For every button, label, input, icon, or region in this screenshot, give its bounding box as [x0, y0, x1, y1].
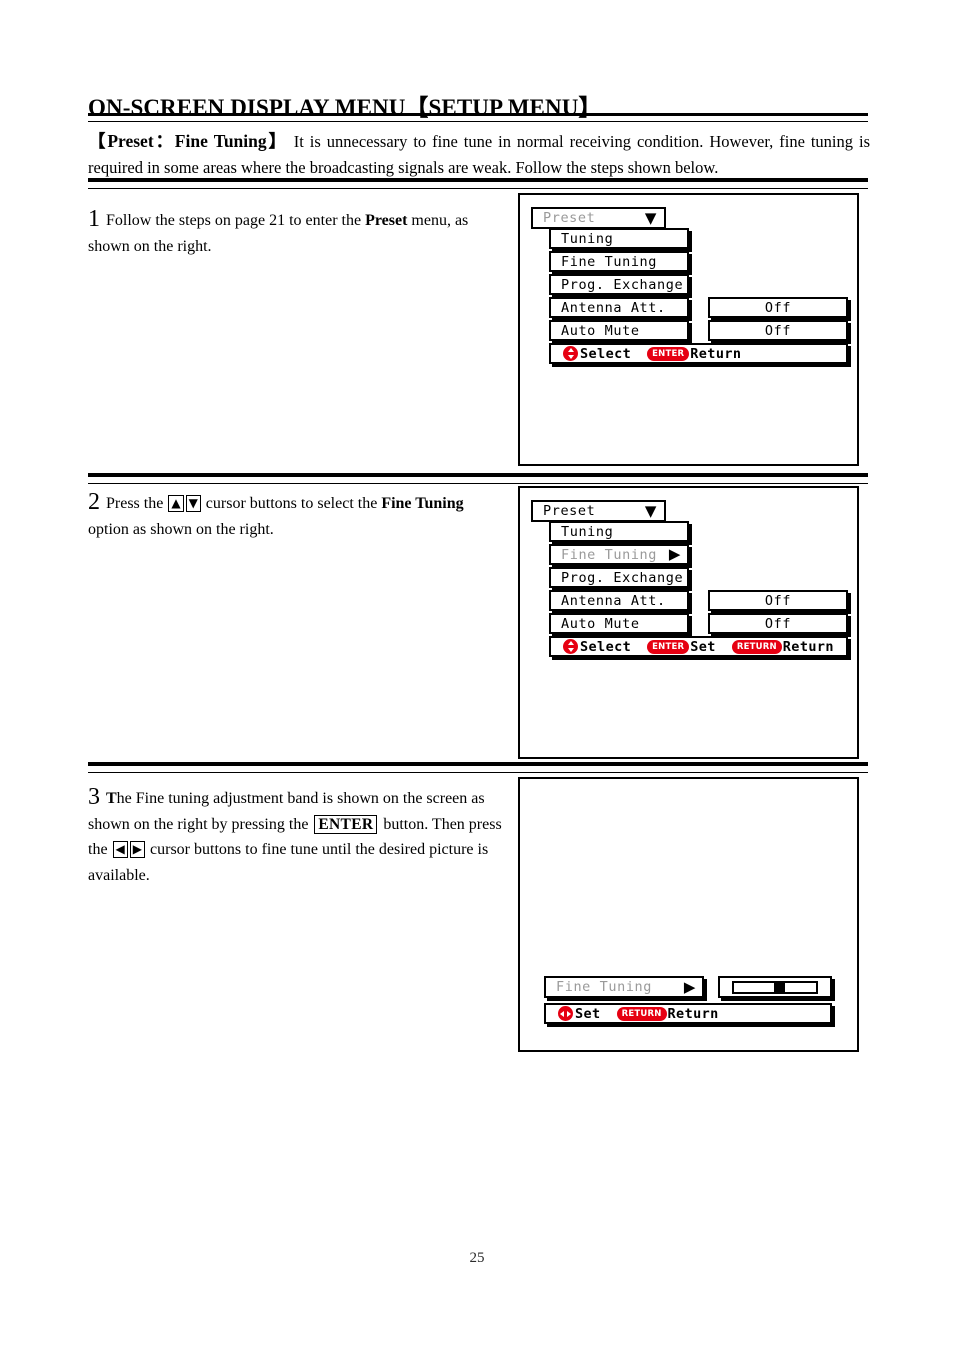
osd3-band-knob[interactable] — [774, 982, 785, 992]
osd3-footer-return[interactable]: RETURN Return — [616, 1005, 719, 1022]
step-2-bold-word: Fine Tuning — [381, 495, 464, 512]
osd3-footer-bar: Set RETURN Return — [544, 1003, 832, 1024]
osd3-band-track[interactable] — [732, 980, 818, 994]
divider-step2-step3 — [88, 762, 868, 773]
osd2-footer-return-label: Return — [782, 638, 834, 655]
osd1-row-tuning[interactable]: Tuning — [549, 228, 689, 249]
osd2-row-auto-mute[interactable]: Auto Mute — [549, 613, 689, 634]
osd1-value-auto-mute-label: Off — [764, 322, 792, 339]
osd2-value-auto-mute[interactable]: Off — [708, 613, 848, 634]
osd1-row-prog-exchange[interactable]: Prog. Exchange — [549, 274, 689, 295]
osd-screen-panel-1: Preset ▼ Tuning Fine Tuning Prog. Exchan… — [518, 193, 859, 466]
osd2-row-antenna-att[interactable]: Antenna Att. — [549, 590, 689, 611]
manual-page: ON-SCREEN DISPLAY MENU【SETUP MENU】 【Pres… — [0, 0, 954, 1351]
osd1-footer-bar: Select ENTER Return — [549, 343, 848, 364]
key-enter-icon[interactable]: ENTER — [314, 814, 378, 834]
osd-panel-3-content: Fine Tuning ▶ Set RETURN Return — [520, 779, 857, 1050]
divider-under-intro — [88, 178, 868, 189]
return-badge-icon: RETURN — [731, 639, 782, 654]
osd1-header-preset[interactable]: Preset ▼ — [531, 207, 666, 229]
osd2-row-tuning[interactable]: Tuning — [549, 521, 689, 542]
osd1-row-fine-tuning[interactable]: Fine Tuning — [549, 251, 689, 272]
osd1-row-auto-mute-label: Auto Mute — [561, 322, 640, 339]
osd2-value-antenna-att-label: Off — [764, 592, 792, 609]
step-3-text-c: cursor buttons to fine tune until the de… — [88, 841, 489, 884]
dpad-updown-icon — [563, 639, 578, 654]
step-3-text: 3 The Fine tuning adjustment band is show… — [88, 784, 508, 888]
osd1-value-antenna-att[interactable]: Off — [708, 297, 848, 318]
osd1-row-tuning-label: Tuning — [561, 230, 614, 247]
step-2-text-before: Press the — [106, 495, 168, 512]
osd2-footer-select[interactable]: Select — [563, 639, 631, 655]
osd1-footer-return[interactable]: ENTER Return — [647, 346, 741, 362]
osd1-footer-select-label: Select — [580, 345, 632, 362]
osd2-header-label: Preset — [543, 503, 596, 519]
osd2-row-tuning-label: Tuning — [561, 523, 614, 540]
osd2-header-preset[interactable]: Preset ▼ — [531, 500, 666, 522]
dpad-leftright-icon — [558, 1006, 573, 1021]
osd3-adjustment-band[interactable] — [718, 976, 832, 998]
chevron-right-icon: ▶ — [668, 545, 681, 563]
divider-under-title — [88, 113, 868, 122]
chevron-down-icon: ▼ — [644, 208, 657, 227]
osd2-footer-bar: Select ENTER Set RETURN Return — [549, 636, 848, 657]
enter-badge-icon: ENTER — [647, 639, 690, 654]
osd1-footer-return-label: Return — [690, 345, 742, 362]
key-left-icon[interactable]: ◀ — [112, 841, 128, 858]
step-3-number: 3 — [88, 784, 100, 810]
osd2-footer-select-label: Select — [580, 638, 632, 655]
intro-paragraph: 【Preset：Fine Tuning】 It is unnecessary t… — [88, 128, 870, 181]
osd2-row-antenna-att-label: Antenna Att. — [561, 592, 666, 609]
step-2-text: 2 Press the ▲ ▼ cursor buttons to select t… — [88, 489, 508, 542]
osd-screen-panel-3: Fine Tuning ▶ Set RETURN Return — [518, 777, 859, 1052]
step-1-number: 1 — [88, 206, 100, 232]
chevron-right-icon: ▶ — [683, 977, 696, 996]
chevron-down-icon: ▼ — [644, 501, 657, 520]
key-down-icon[interactable]: ▼ — [185, 495, 201, 512]
key-up-icon[interactable]: ▲ — [168, 495, 184, 512]
osd1-row-antenna-att-label: Antenna Att. — [561, 299, 666, 316]
osd2-footer-return[interactable]: RETURN Return — [731, 638, 834, 655]
osd1-row-prog-exchange-label: Prog. Exchange — [561, 276, 684, 293]
osd3-row-fine-tuning-label: Fine Tuning — [556, 979, 653, 995]
osd1-value-auto-mute[interactable]: Off — [708, 320, 848, 341]
osd2-row-fine-tuning-label: Fine Tuning — [561, 546, 658, 563]
step-1-text-before: Follow the steps on page 21 to enter the — [106, 212, 366, 229]
return-badge-icon: RETURN — [616, 1006, 667, 1021]
osd2-footer-set[interactable]: ENTER Set — [647, 639, 716, 655]
osd2-value-antenna-att[interactable]: Off — [708, 590, 848, 611]
intro-bold-label: 【Preset：Fine Tuning】 — [88, 131, 288, 151]
osd1-value-antenna-att-label: Off — [764, 299, 792, 316]
osd3-footer-return-label: Return — [667, 1005, 719, 1022]
step-2-text-after: option as shown on the right. — [88, 520, 274, 538]
osd1-row-auto-mute[interactable]: Auto Mute — [549, 320, 689, 341]
osd2-row-prog-exchange[interactable]: Prog. Exchange — [549, 567, 689, 588]
osd2-footer-set-label: Set — [690, 638, 716, 655]
key-right-icon[interactable]: ▶ — [129, 841, 146, 858]
osd3-row-fine-tuning[interactable]: Fine Tuning ▶ — [544, 976, 704, 998]
osd-panel-1-content: Preset ▼ Tuning Fine Tuning Prog. Exchan… — [520, 195, 857, 464]
osd1-header-label: Preset — [543, 210, 596, 226]
step-2-number: 2 — [88, 489, 100, 515]
dpad-updown-icon — [563, 346, 578, 361]
step-1-text: 1 Follow the steps on page 21 to enter th… — [88, 206, 508, 259]
osd-panel-2-content: Preset ▼ Tuning Fine Tuning ▶ Prog. Exch… — [520, 488, 857, 757]
step-3-text-a-lead: T — [106, 790, 117, 807]
osd1-footer-select[interactable]: Select — [563, 346, 631, 362]
divider-step1-step2 — [88, 473, 868, 484]
enter-badge-icon: ENTER — [647, 346, 690, 361]
page-number: 25 — [469, 1250, 485, 1266]
osd1-row-fine-tuning-label: Fine Tuning — [561, 253, 658, 270]
step-2-text-mid: cursor buttons to select the — [201, 495, 382, 512]
osd2-row-auto-mute-label: Auto Mute — [561, 615, 640, 632]
step-1-bold-word: Preset — [365, 212, 408, 229]
osd1-row-antenna-att[interactable]: Antenna Att. — [549, 297, 689, 318]
osd3-footer-set-label: Set — [575, 1005, 601, 1022]
osd-screen-panel-2: Preset ▼ Tuning Fine Tuning ▶ Prog. Exch… — [518, 486, 859, 759]
osd2-row-fine-tuning[interactable]: Fine Tuning ▶ — [549, 544, 689, 565]
osd3-footer-set[interactable]: Set — [558, 1006, 601, 1022]
osd2-row-prog-exchange-label: Prog. Exchange — [561, 569, 684, 586]
osd2-value-auto-mute-label: Off — [764, 615, 792, 632]
